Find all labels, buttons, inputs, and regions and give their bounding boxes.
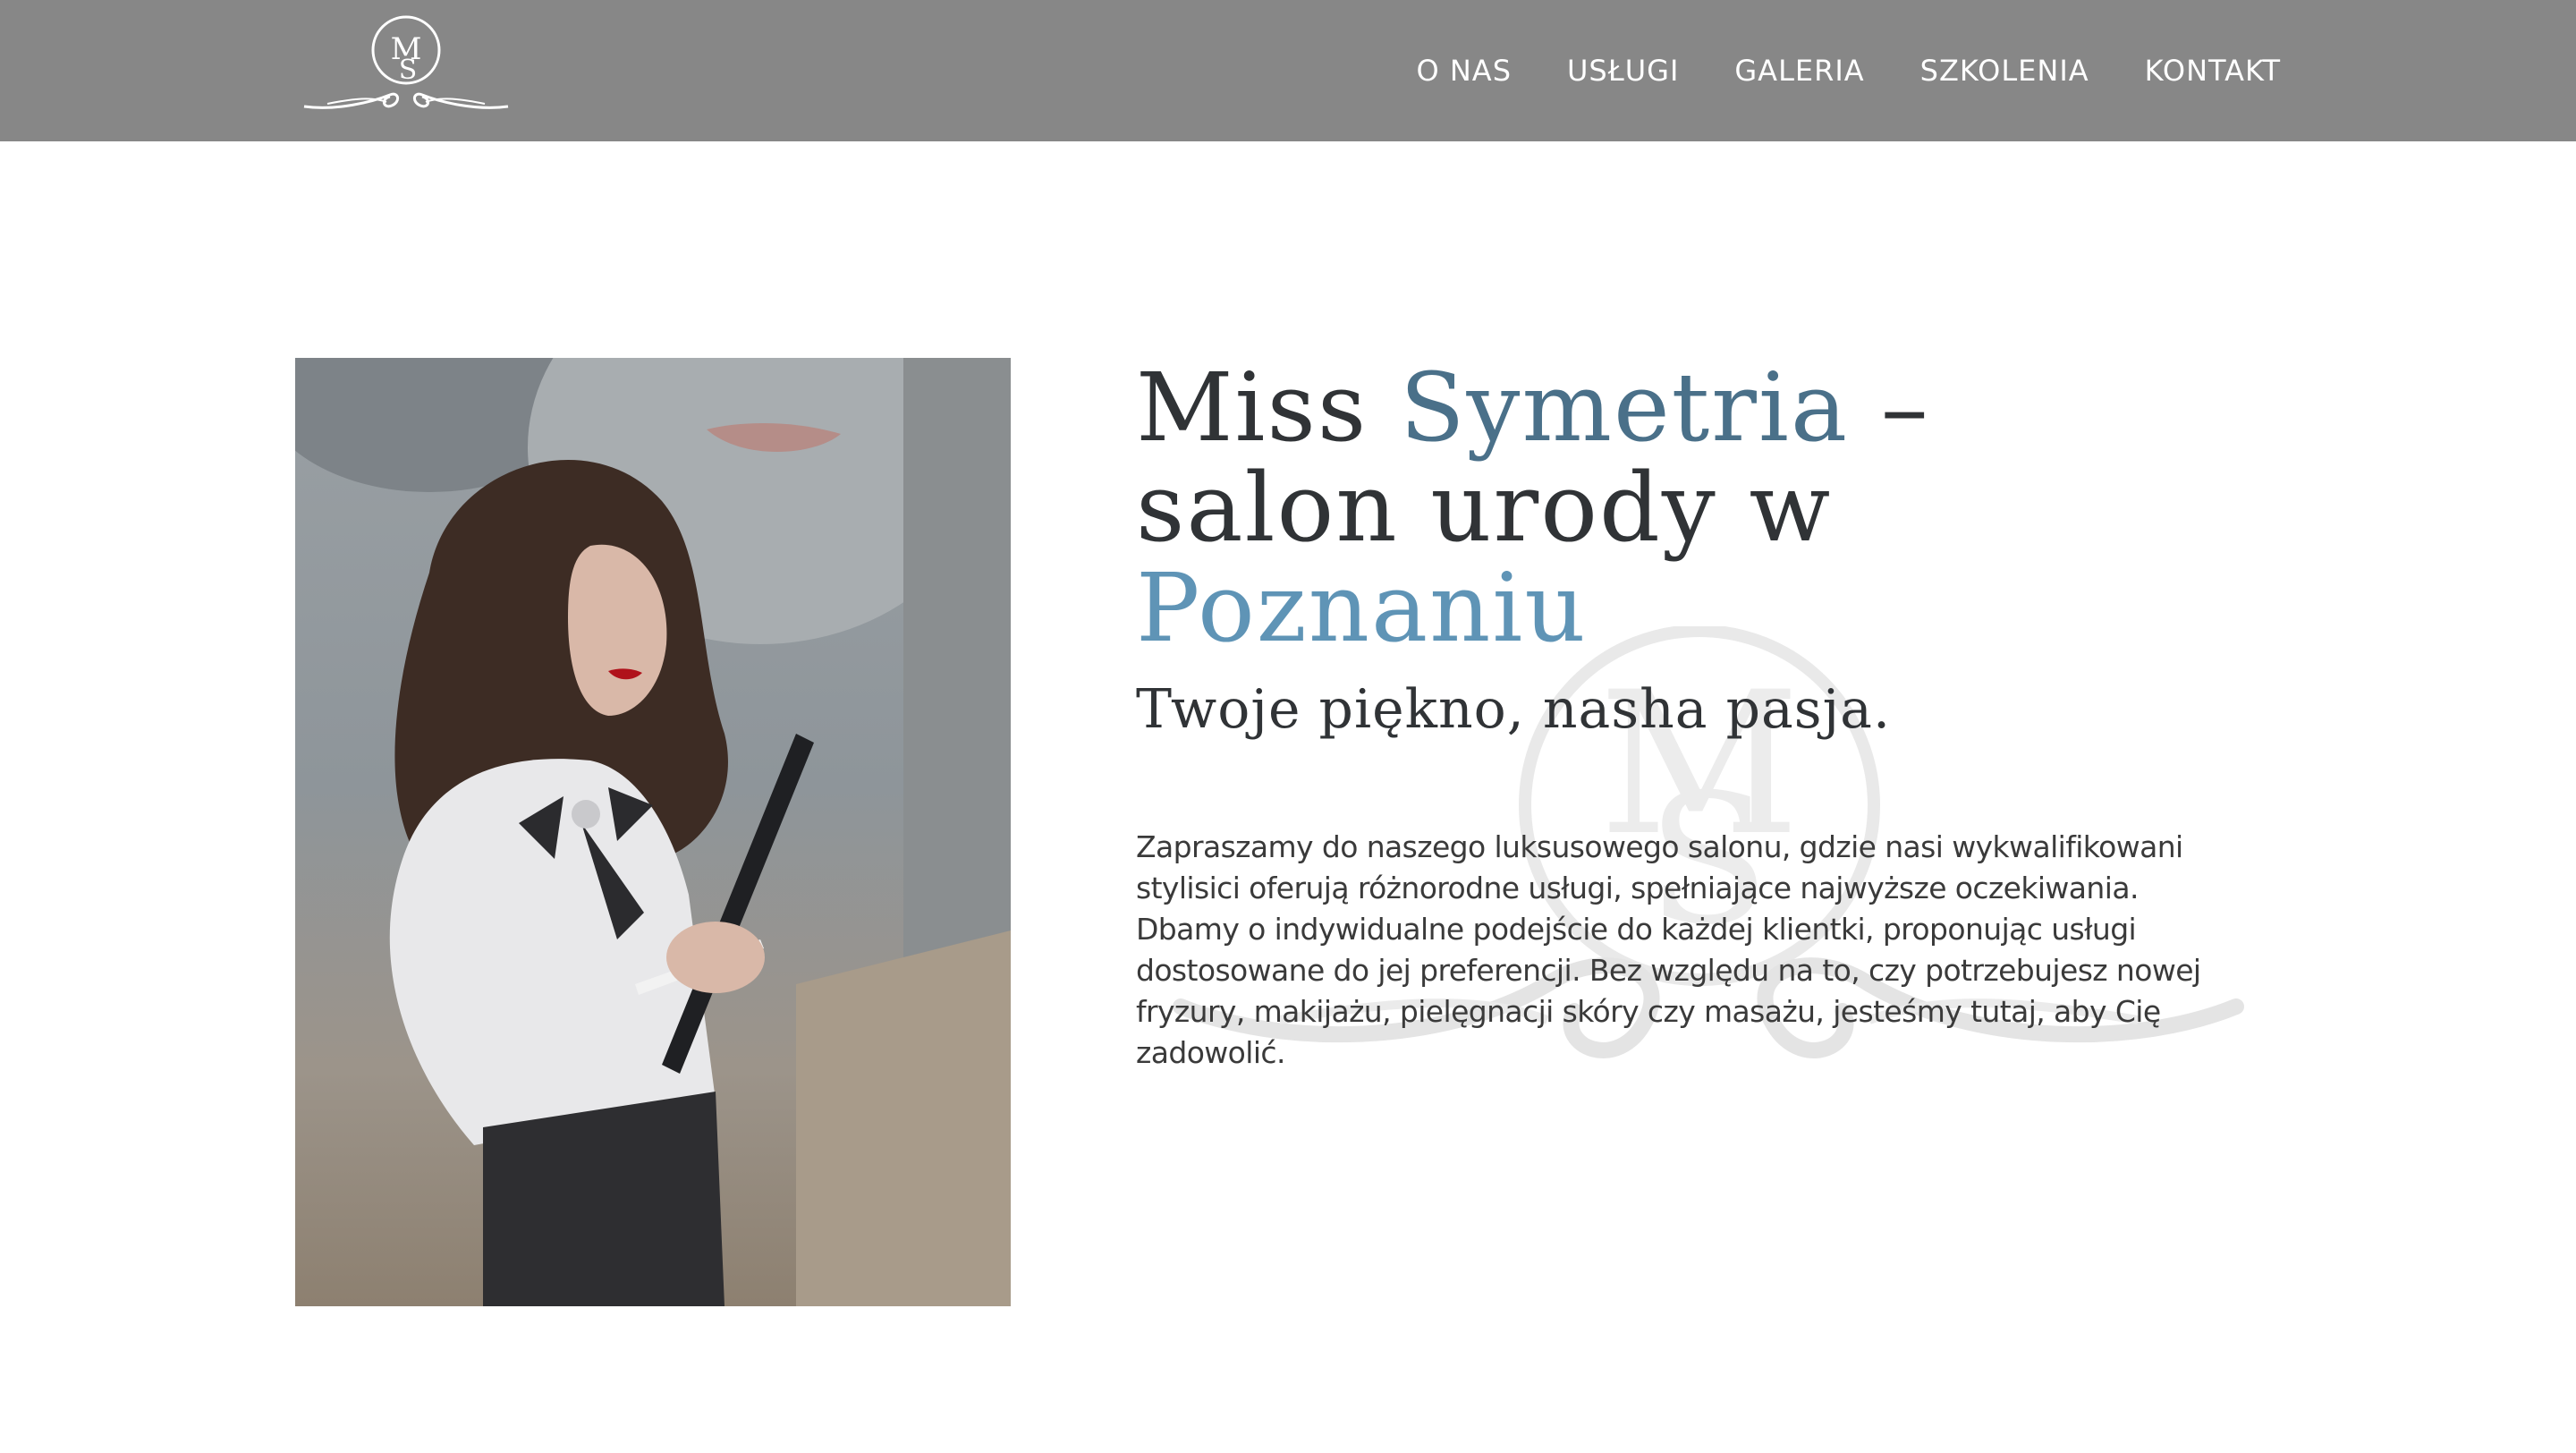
title-part-miss: Miss	[1136, 353, 1400, 463]
title-part-dash: –	[1849, 353, 1930, 463]
logo[interactable]: M S	[301, 13, 512, 118]
nav-item-kontakt[interactable]: KONTAKT	[2145, 54, 2281, 88]
main-nav: O NAS USŁUGI GALERIA SZKOLENIA KONTAKT	[1417, 0, 2282, 141]
hero-text: Miss Symetria – salon urody w Poznaniu T…	[1136, 358, 2245, 1074]
title-part-poznaniu: Poznaniu	[1136, 553, 1588, 663]
nav-item-galeria[interactable]: GALERIA	[1734, 54, 1864, 88]
title-part-salon: salon urody w	[1136, 453, 1833, 563]
nav-item-uslugi[interactable]: USŁUGI	[1567, 54, 1679, 88]
title-part-symetria: Symetria	[1399, 353, 1850, 463]
hero-description: Zapraszamy do naszego luksusowego salonu…	[1136, 829, 2201, 1070]
hero-photo	[295, 358, 1011, 1306]
logo-icon: M S	[303, 15, 509, 109]
nav-item-o-nas[interactable]: O NAS	[1417, 54, 1513, 88]
page-subtitle: Twoje piękno, nasha pasja.	[1136, 678, 1892, 741]
svg-text:S: S	[399, 55, 418, 86]
page-title: Miss Symetria – salon urody w Poznaniu	[1136, 358, 2245, 659]
site-header: M S O NAS USŁUGI GALERIA SZKOLENIA KONTA…	[0, 0, 2576, 141]
nav-item-szkolenia[interactable]: SZKOLENIA	[1920, 54, 2089, 88]
